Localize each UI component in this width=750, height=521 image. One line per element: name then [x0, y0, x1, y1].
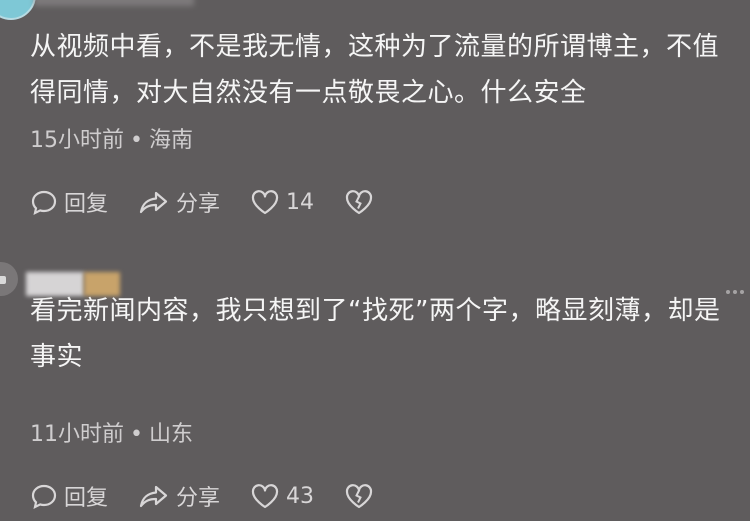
username-blurred[interactable]	[34, 0, 194, 6]
reply-icon	[31, 484, 57, 510]
heart-icon	[251, 190, 279, 215]
broken-heart-icon	[345, 190, 373, 215]
share-icon	[139, 191, 168, 214]
share-button[interactable]: 分享	[138, 186, 220, 218]
reply-label: 回复	[64, 486, 109, 511]
share-button[interactable]: 分享	[138, 480, 220, 512]
avatar[interactable]	[0, 0, 36, 20]
comment-meta: 11小时前 • 山东	[30, 416, 193, 448]
meta-separator: •	[130, 128, 143, 153]
heart-icon	[251, 484, 279, 509]
like-count: 14	[286, 189, 315, 215]
comment-text: 看完新闻内容，我只想到了“找死”两个字，略显刻薄，却是事实	[30, 296, 721, 372]
share-icon	[139, 485, 168, 508]
comment-text: 从视频中看，不是我无情，这种为了流量的所谓博主，不值得同情，对大自然没有一点敬畏…	[30, 32, 720, 108]
reply-button[interactable]: 回复	[30, 186, 108, 218]
reply-label: 回复	[64, 192, 109, 217]
comment-location: 山东	[148, 422, 193, 447]
broken-heart-icon	[345, 484, 373, 509]
comment-time: 15小时前	[30, 128, 124, 153]
comment-time: 11小时前	[30, 422, 124, 447]
comment-location: 海南	[148, 128, 193, 153]
like-count: 43	[286, 483, 315, 509]
share-label: 分享	[176, 486, 221, 511]
share-label: 分享	[176, 192, 221, 217]
comment-item: 看完新闻内容，我只想到了“找死”两个字，略显刻薄，却是事实 11小时前 • 山东 回…	[0, 262, 750, 521]
comment-meta: 15小时前 • 海南	[30, 122, 193, 154]
like-button[interactable]: 43	[250, 482, 314, 510]
meta-separator: •	[130, 422, 143, 447]
reply-icon	[31, 190, 57, 216]
like-button[interactable]: 14	[250, 188, 314, 216]
dislike-button[interactable]	[344, 188, 380, 216]
avatar-mark	[0, 276, 6, 284]
comment-actions: 回复 分享 43	[30, 480, 410, 512]
avatar[interactable]	[0, 262, 18, 296]
dislike-button[interactable]	[344, 482, 380, 510]
comment-item: 从视频中看，不是我无情，这种为了流量的所谓博主，不值得同情，对大自然没有一点敬畏…	[0, 0, 750, 240]
reply-button[interactable]: 回复	[30, 480, 108, 512]
comment-actions: 回复 分享 14	[30, 186, 410, 218]
